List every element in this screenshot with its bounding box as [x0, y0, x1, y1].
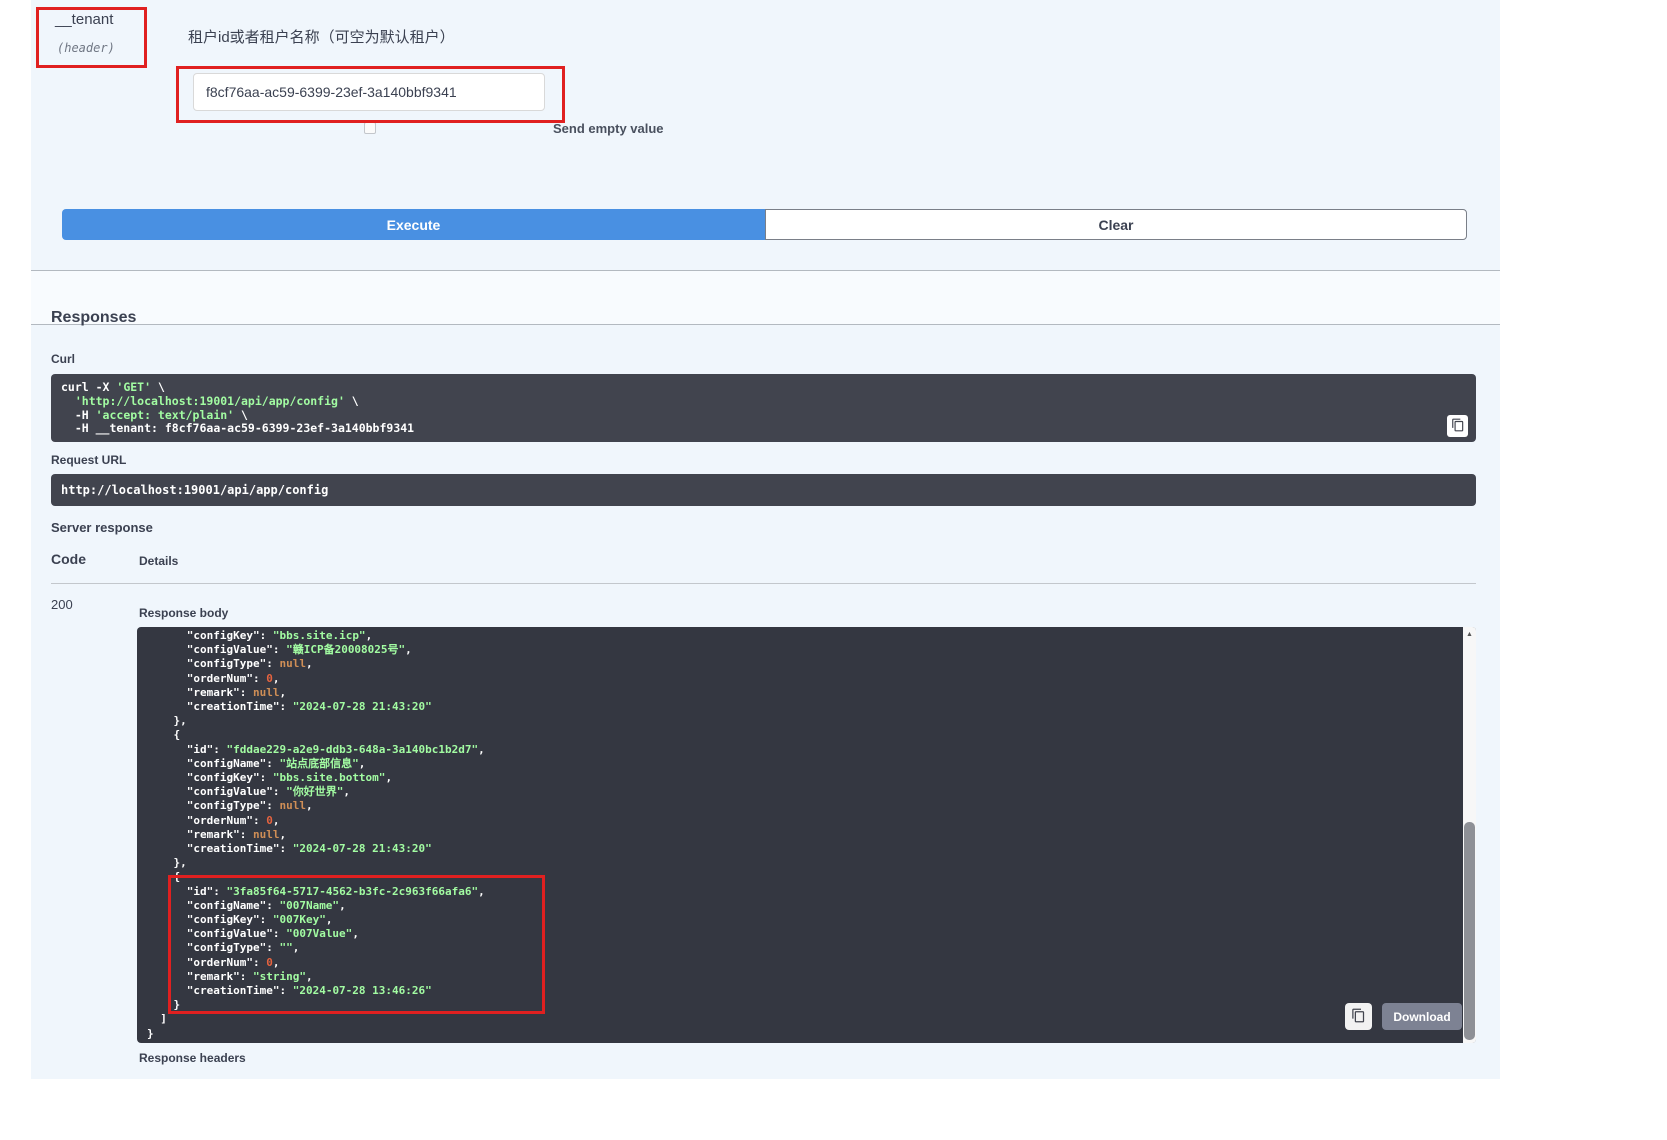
request-url-value: http://localhost:19001/api/app/config [51, 474, 1476, 506]
response-body-code: "configKey": "bbs.site.icp", "configValu… [147, 629, 485, 1041]
server-response-label: Server response [51, 520, 153, 535]
response-scrollbar[interactable]: ▲ ▼ [1463, 627, 1476, 1043]
copy-response-button[interactable] [1345, 1003, 1372, 1030]
response-headers-label: Response headers [139, 1051, 246, 1065]
responses-header-row: Responses [31, 270, 1500, 325]
download-button[interactable]: Download [1382, 1003, 1462, 1030]
scroll-up-icon[interactable]: ▲ [1463, 627, 1476, 641]
code-column-header: Code [51, 551, 86, 567]
scrollbar-thumb[interactable] [1464, 822, 1475, 1040]
responses-title: Responses [51, 309, 136, 327]
details-column-header: Details [139, 554, 178, 568]
parameter-location: (header) [57, 41, 115, 55]
table-divider [51, 583, 1476, 584]
copy-icon [1451, 418, 1465, 435]
parameter-description: 租户id或者租户名称（可空为默认租户） [188, 26, 455, 47]
send-empty-label: Send empty value [553, 121, 664, 136]
clear-button[interactable]: Clear [765, 209, 1467, 240]
curl-label: Curl [51, 352, 75, 366]
response-body-block: "configKey": "bbs.site.icp", "configValu… [137, 627, 1476, 1043]
send-empty-checkbox[interactable] [364, 122, 376, 134]
status-code: 200 [51, 597, 73, 612]
copy-icon [1351, 1008, 1366, 1026]
copy-curl-button[interactable] [1447, 415, 1468, 437]
response-body-label: Response body [139, 606, 228, 620]
tenant-input[interactable] [193, 73, 545, 111]
request-url-label: Request URL [51, 453, 126, 467]
curl-code: curl -X 'GET' \ 'http://localhost:19001/… [61, 381, 1466, 436]
curl-command-block: curl -X 'GET' \ 'http://localhost:19001/… [51, 374, 1476, 442]
parameter-name: __tenant [55, 11, 113, 28]
execute-button[interactable]: Execute [62, 209, 765, 240]
